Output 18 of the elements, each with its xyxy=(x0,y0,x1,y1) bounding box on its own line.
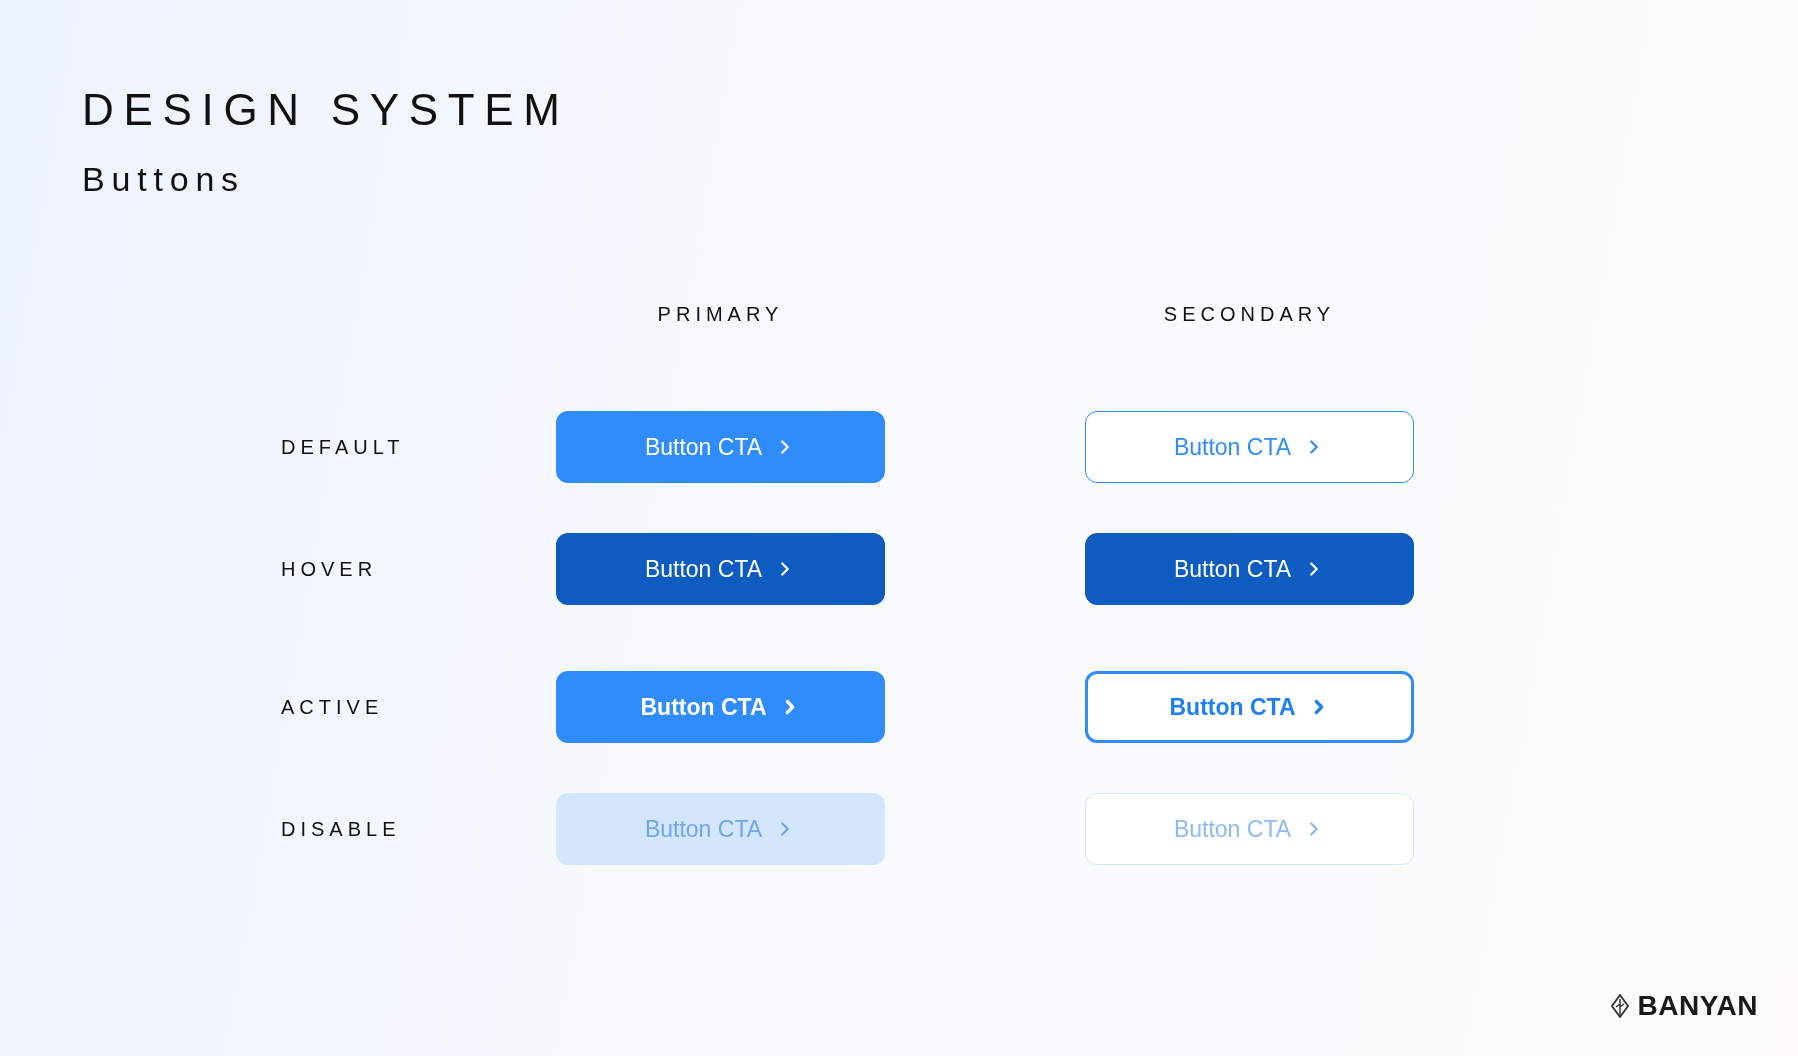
cta-button[interactable]: Button CTA xyxy=(556,671,885,743)
cta-button[interactable]: Button CTA xyxy=(1085,793,1414,865)
cta-button[interactable]: Button CTA xyxy=(556,793,885,865)
page-subtitle: Buttons xyxy=(82,162,245,196)
state-label: ACTIVE xyxy=(281,695,384,720)
leaf-diamond-icon xyxy=(1611,994,1630,1018)
cta-button[interactable]: Button CTA xyxy=(1085,411,1414,483)
cta-button[interactable]: Button CTA xyxy=(1085,671,1414,743)
cta-button[interactable]: Button CTA xyxy=(556,533,885,605)
state-label: DISABLE xyxy=(281,817,401,842)
state-label: DEFAULT xyxy=(281,435,405,460)
brand-logo: BANYAN xyxy=(1637,992,1758,1020)
state-label: HOVER xyxy=(281,557,378,582)
page-title: DESIGN SYSTEM xyxy=(82,88,570,132)
column-heading: SECONDARY xyxy=(1163,302,1336,327)
column-heading: PRIMARY xyxy=(657,302,784,327)
cta-button[interactable]: Button CTA xyxy=(1085,533,1414,605)
cta-button[interactable]: Button CTA xyxy=(556,411,885,483)
